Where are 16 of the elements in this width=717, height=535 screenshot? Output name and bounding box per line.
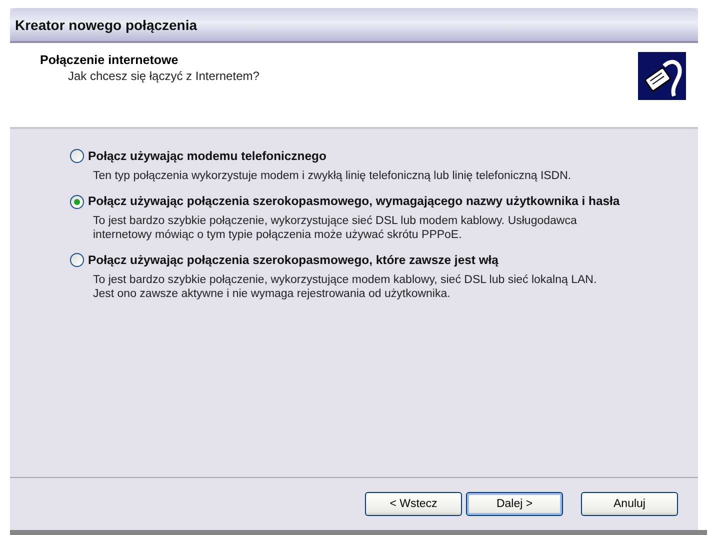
radio-button[interactable] bbox=[70, 195, 84, 209]
dialog-button[interactable]: < Wstecz bbox=[365, 492, 462, 516]
window-title: Kreator nowego połączenia bbox=[15, 16, 198, 32]
option-description: Ten typ połączenia wykorzystuje modem i zwykłą linię telefoniczną lub linię telefoniczną ISDN. bbox=[93, 169, 572, 183]
radio-option[interactable]: Połącz używając połączenia szerokopasmowego, które zawsze jest włą bbox=[70, 252, 678, 268]
dialog-button[interactable]: Anuluj bbox=[581, 492, 678, 516]
network-cable-icon bbox=[638, 52, 686, 100]
radio-button[interactable] bbox=[70, 149, 84, 163]
page-title: Połączenie internetowe bbox=[40, 53, 180, 67]
radio-option[interactable]: Połącz używając połączenia szerokopasmowego, wymagającego nazwy użytkownika i hasła bbox=[70, 193, 678, 209]
radio-button[interactable] bbox=[70, 253, 84, 267]
option-description: To jest bardzo szybkie połączenie, wykorzystujące sieć DSL lub modem kablowy. Usługodawca internetowy mówiąc o tym typie połączenia może używać skrótu PPPoE. bbox=[93, 214, 578, 242]
option-description: To jest bardzo szybkie połączenie, wykorzystujące modem kablowy, sieć DSL lub sieć lokalną LAN. Jest ono zawsze aktywne i nie wymaga rejestrowania od użytkownika. bbox=[93, 273, 598, 301]
radio-option[interactable]: Połącz używając modemu telefonicznego bbox=[70, 148, 678, 164]
page-subtitle: Jak chcesz się łączyć z Internetem? bbox=[68, 69, 260, 83]
dialog-button[interactable]: Dalej > bbox=[466, 492, 563, 516]
